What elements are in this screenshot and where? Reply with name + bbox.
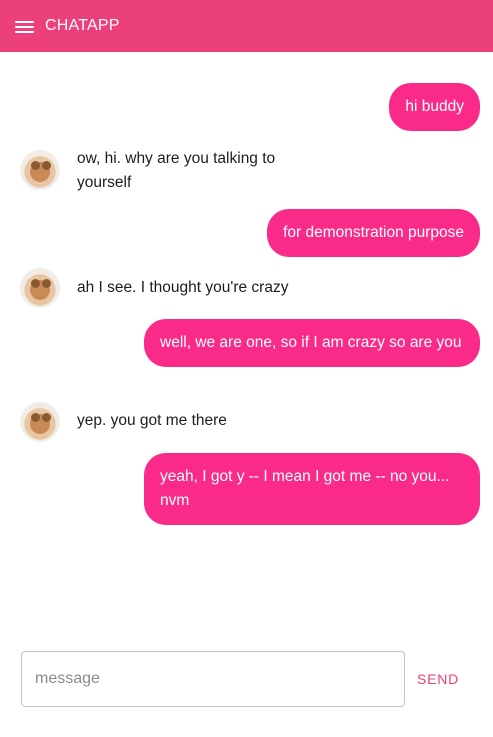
message-input[interactable]	[21, 651, 405, 707]
send-button[interactable]: SEND	[417, 671, 459, 687]
incoming-message-text: yep. you got me there	[77, 412, 227, 429]
incoming-message-text: ah I see. I thought you're crazy	[77, 279, 289, 296]
avatar[interactable]	[20, 402, 60, 442]
menu-icon-line	[15, 20, 34, 23]
outgoing-message: well, we are one, so if I am crazy so ar…	[144, 319, 480, 367]
menu-icon-line	[15, 25, 34, 28]
outgoing-message: for demonstration purpose	[267, 209, 480, 257]
menu-icon[interactable]	[15, 19, 35, 34]
menu-icon-line	[15, 30, 34, 33]
app-title: CHATAPP	[45, 17, 120, 34]
avatar[interactable]	[20, 150, 60, 190]
incoming-message: ah I see. I thought you're crazy	[20, 268, 302, 308]
outgoing-message: hi buddy	[389, 83, 480, 131]
incoming-message: yep. you got me there	[20, 402, 302, 442]
app-bar: CHATAPP	[0, 0, 493, 52]
avatar[interactable]	[20, 268, 60, 308]
outgoing-message: yeah, I got y -- I mean I got me -- no y…	[144, 453, 480, 525]
incoming-message-text: ow, hi. why are you talking to yourself	[77, 150, 276, 191]
message-list: hi buddy ow, hi. why are you talking to …	[0, 52, 493, 637]
message-composer: SEND	[21, 651, 473, 707]
incoming-message: ow, hi. why are you talking to yourself	[20, 150, 302, 195]
